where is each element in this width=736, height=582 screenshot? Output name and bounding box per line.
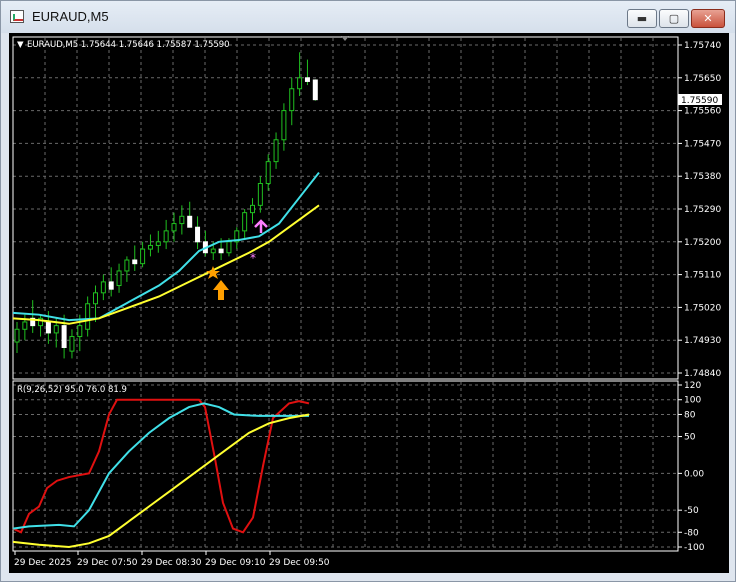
bull-candle	[179, 215, 185, 225]
indicator-header: R(9,26,52) 95.0 76.0 81.9	[17, 385, 127, 395]
bull-candle	[93, 292, 98, 305]
bull-candle	[85, 303, 91, 330]
price-tick-label: 1.75560	[684, 107, 721, 117]
indicator-tick-label: -50	[684, 506, 699, 516]
price-tick-label: 1.75020	[684, 303, 721, 313]
price-axis[interactable]: 1.75740 1.75650 1.75560 1.75470 1.75380 1.752…	[678, 41, 721, 379]
window-title: EURAUD,M5	[32, 9, 109, 24]
indicator-tick-label: -100	[684, 543, 705, 553]
bull-candle	[69, 336, 75, 352]
price-tick-label: 1.75650	[684, 74, 721, 84]
bull-candle	[242, 212, 248, 232]
price-tick-label: 1.74930	[684, 336, 721, 346]
bear-candle	[45, 321, 51, 334]
title-bar[interactable]: EURAUD,M5 ▬ ▢ ✕	[1, 1, 735, 33]
indicator-axis[interactable]: 120 100 80 50 0.00 -50 -80 -100	[678, 381, 705, 553]
svg-text:*: *	[250, 251, 256, 265]
bear-candle	[61, 325, 67, 348]
bull-candle	[22, 321, 28, 330]
bear-candle	[312, 79, 318, 101]
bull-candle	[100, 281, 106, 294]
bull-candle	[116, 270, 122, 287]
bull-candle	[250, 204, 255, 214]
bull-candle	[210, 248, 216, 254]
bull-candle	[171, 223, 177, 232]
bear-candle	[108, 281, 114, 290]
chart-canvas[interactable]: * ▼ EURAUD,M5 1.75644 1.75646 1.75587 1.…	[9, 33, 729, 573]
indicator-tick-label: 50	[684, 433, 696, 443]
bull-candle	[163, 230, 169, 243]
red-indicator-line	[12, 398, 310, 534]
bull-candle	[140, 248, 146, 265]
price-grid	[13, 38, 678, 378]
buy-arrow-icon	[213, 280, 229, 300]
indicator-tick-label: 0.00	[684, 469, 704, 479]
price-tick-label: 1.75470	[684, 139, 721, 149]
header-arrow-icon[interactable]: ▼	[17, 40, 24, 50]
time-tick-label: 29 Dec 2025	[14, 558, 72, 568]
time-tick-label: 29 Dec 08:30	[141, 558, 202, 568]
price-panel-border	[12, 36, 679, 380]
bull-candle	[53, 325, 59, 334]
price-tick-label: 1.75380	[684, 172, 721, 182]
indicator-tick-label: 100	[684, 396, 701, 406]
bull-candle	[273, 139, 279, 163]
bull-candle	[147, 244, 153, 250]
asterisk-icon: *	[250, 251, 256, 265]
price-tick-label: 1.75740	[684, 41, 721, 51]
bear-candle	[132, 259, 138, 265]
price-tick-label: 1.75200	[684, 238, 721, 248]
bull-candle	[155, 241, 161, 246]
price-tick-label: 1.75110	[684, 271, 721, 281]
current-price-label: 1.75590	[681, 96, 718, 106]
time-axis[interactable]: 29 Dec 2025 29 Dec 07:50 29 Dec 08:30 29 De…	[14, 551, 330, 568]
bull-candle	[226, 241, 232, 254]
chart-header: EURAUD,M5 1.75644 1.75646 1.75587 1.7559…	[27, 40, 230, 50]
bear-candle	[187, 215, 193, 228]
chart-shift-marker[interactable]	[341, 36, 349, 41]
bull-candle	[14, 328, 20, 343]
bear-candle	[304, 77, 310, 82]
time-tick-label: 29 Dec 09:10	[205, 558, 266, 568]
time-tick-label: 29 Dec 07:50	[77, 558, 138, 568]
indicator-tick-label: 80	[684, 410, 696, 420]
bull-candle	[281, 110, 287, 141]
indicator-tick-label: -80	[684, 528, 699, 538]
price-tick-label: 1.74840	[684, 369, 721, 379]
bear-candle	[195, 226, 201, 243]
candles-group	[14, 52, 318, 359]
maximize-button[interactable]: ▢	[659, 9, 689, 28]
bull-candle	[289, 88, 295, 112]
minimize-button[interactable]: ▬	[627, 9, 657, 28]
bull-candle	[77, 325, 83, 338]
indicator-tick-label: 120	[684, 381, 701, 391]
bull-candle	[257, 182, 263, 206]
time-tick-label: 29 Dec 09:50	[269, 558, 330, 568]
bull-candle	[124, 259, 130, 272]
chart-app-icon	[10, 10, 24, 23]
bear-candle	[218, 248, 224, 254]
bull-candle	[297, 77, 303, 90]
chart-svg[interactable]: * ▼ EURAUD,M5 1.75644 1.75646 1.75587 1.…	[9, 33, 729, 573]
close-button[interactable]: ✕	[691, 9, 725, 28]
bull-candle	[265, 161, 271, 184]
price-tick-label: 1.75290	[684, 205, 721, 215]
chart-window: EURAUD,M5 ▬ ▢ ✕ * ▼ EURAUD,M5 1.75644 1.…	[0, 0, 736, 582]
